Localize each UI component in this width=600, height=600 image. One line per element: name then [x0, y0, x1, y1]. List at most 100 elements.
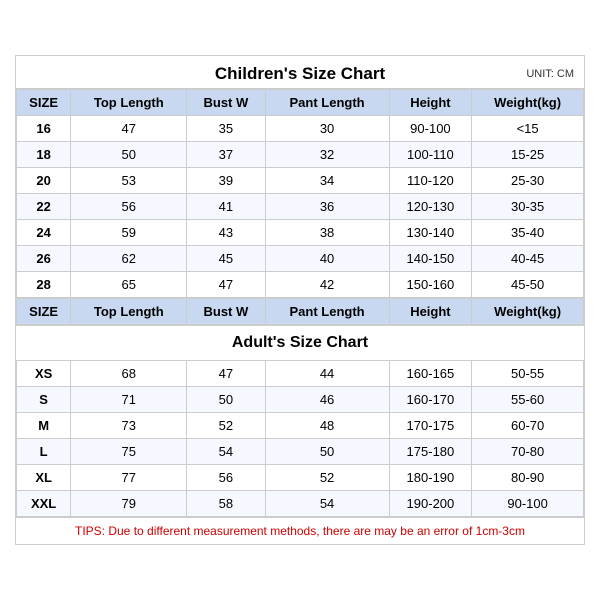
children-cell: 43: [187, 220, 265, 246]
children-cell: 16: [17, 116, 71, 142]
adult-cell: 79: [71, 491, 187, 517]
children-table-header: SIZE Top Length Bust W Pant Length Heigh…: [17, 90, 584, 116]
children-cell: 39: [187, 168, 265, 194]
children-cell: 130-140: [389, 220, 472, 246]
adult-cell: 48: [265, 413, 389, 439]
children-cell: 36: [265, 194, 389, 220]
adult-table-row: S715046160-17055-60: [17, 387, 584, 413]
tips-row: TIPS: Due to different measurement metho…: [16, 517, 584, 544]
adult-col-height: Height: [389, 299, 472, 326]
adult-table-row: L755450175-18070-80: [17, 439, 584, 465]
adult-cell: 73: [71, 413, 187, 439]
children-cell: 120-130: [389, 194, 472, 220]
children-cell: 100-110: [389, 142, 472, 168]
children-cell: 35: [187, 116, 265, 142]
adult-cell: 160-165: [389, 361, 472, 387]
children-cell: 53: [71, 168, 187, 194]
children-cell: 65: [71, 272, 187, 298]
adult-cell: 60-70: [472, 413, 584, 439]
adult-cell: 46: [265, 387, 389, 413]
children-cell: 150-160: [389, 272, 472, 298]
children-cell: 41: [187, 194, 265, 220]
children-col-size: SIZE: [17, 90, 71, 116]
adult-cell: 90-100: [472, 491, 584, 517]
adult-col-weight: Weight(kg): [472, 299, 584, 326]
children-cell: 28: [17, 272, 71, 298]
children-col-weight: Weight(kg): [472, 90, 584, 116]
children-cell: 30: [265, 116, 389, 142]
adult-cell: 54: [265, 491, 389, 517]
children-cell: 26: [17, 246, 71, 272]
children-cell: 56: [71, 194, 187, 220]
children-header-row: SIZE Top Length Bust W Pant Length Heigh…: [17, 90, 584, 116]
children-cell: 90-100: [389, 116, 472, 142]
children-cell: 35-40: [472, 220, 584, 246]
adult-cell: 50: [265, 439, 389, 465]
adult-cell: 180-190: [389, 465, 472, 491]
children-table-row: 22564136120-13030-35: [17, 194, 584, 220]
adult-cell: 170-175: [389, 413, 472, 439]
children-cell: 24: [17, 220, 71, 246]
children-cell: 110-120: [389, 168, 472, 194]
adult-cell: 77: [71, 465, 187, 491]
children-cell: 40: [265, 246, 389, 272]
adult-table-row: XS684744160-16550-55: [17, 361, 584, 387]
adult-cell: 71: [71, 387, 187, 413]
adult-cell: 175-180: [389, 439, 472, 465]
children-cell: 20: [17, 168, 71, 194]
children-chart-title: Children's Size Chart: [215, 64, 385, 84]
children-cell: 47: [187, 272, 265, 298]
children-col-top-length: Top Length: [71, 90, 187, 116]
adult-cell: 56: [187, 465, 265, 491]
unit-label: UNIT: CM: [526, 68, 574, 80]
adult-col-bust-w: Bust W: [187, 299, 265, 326]
adult-cell: 68: [71, 361, 187, 387]
adult-cell: M: [17, 413, 71, 439]
children-table-row: 20533934110-12025-30: [17, 168, 584, 194]
adult-cell: 190-200: [389, 491, 472, 517]
children-cell: 59: [71, 220, 187, 246]
adult-header-row: SIZE Top Length Bust W Pant Length Heigh…: [17, 299, 584, 326]
children-table-row: 24594338130-14035-40: [17, 220, 584, 246]
children-cell: 32: [265, 142, 389, 168]
children-cell: 62: [71, 246, 187, 272]
adult-cell: 54: [187, 439, 265, 465]
children-table-row: 28654742150-16045-50: [17, 272, 584, 298]
children-cell: 30-35: [472, 194, 584, 220]
adult-cell: 55-60: [472, 387, 584, 413]
children-cell: 140-150: [389, 246, 472, 272]
children-cell: 34: [265, 168, 389, 194]
adult-table-body: XS684744160-16550-55S715046160-17055-60M…: [17, 361, 584, 517]
children-cell: 15-25: [472, 142, 584, 168]
children-col-height: Height: [389, 90, 472, 116]
adult-table-header: SIZE Top Length Bust W Pant Length Heigh…: [17, 299, 584, 326]
adult-cell: S: [17, 387, 71, 413]
adult-cell: 44: [265, 361, 389, 387]
children-title-row: Children's Size Chart UNIT: CM: [16, 56, 584, 89]
children-cell: 25-30: [472, 168, 584, 194]
adult-cell: 47: [187, 361, 265, 387]
children-table-body: 1647353090-100<1518503732100-11015-25205…: [17, 116, 584, 298]
children-cell: 38: [265, 220, 389, 246]
adult-cell: 70-80: [472, 439, 584, 465]
adult-cell: XS: [17, 361, 71, 387]
adult-table-row: XL775652180-19080-90: [17, 465, 584, 491]
adult-col-size: SIZE: [17, 299, 71, 326]
children-cell: 50: [71, 142, 187, 168]
children-table-row: 18503732100-11015-25: [17, 142, 584, 168]
children-size-table: SIZE Top Length Bust W Pant Length Heigh…: [16, 89, 584, 298]
adult-table-row: XXL795854190-20090-100: [17, 491, 584, 517]
children-cell: 42: [265, 272, 389, 298]
children-cell: <15: [472, 116, 584, 142]
adult-cell: L: [17, 439, 71, 465]
adult-chart-title: Adult's Size Chart: [17, 325, 584, 361]
children-cell: 18: [17, 142, 71, 168]
adult-cell: 50-55: [472, 361, 584, 387]
adult-table-row: M735248170-17560-70: [17, 413, 584, 439]
children-cell: 45-50: [472, 272, 584, 298]
adult-cell: 52: [187, 413, 265, 439]
adult-cell: 52: [265, 465, 389, 491]
adult-cell: 160-170: [389, 387, 472, 413]
children-cell: 37: [187, 142, 265, 168]
adult-cell: 80-90: [472, 465, 584, 491]
